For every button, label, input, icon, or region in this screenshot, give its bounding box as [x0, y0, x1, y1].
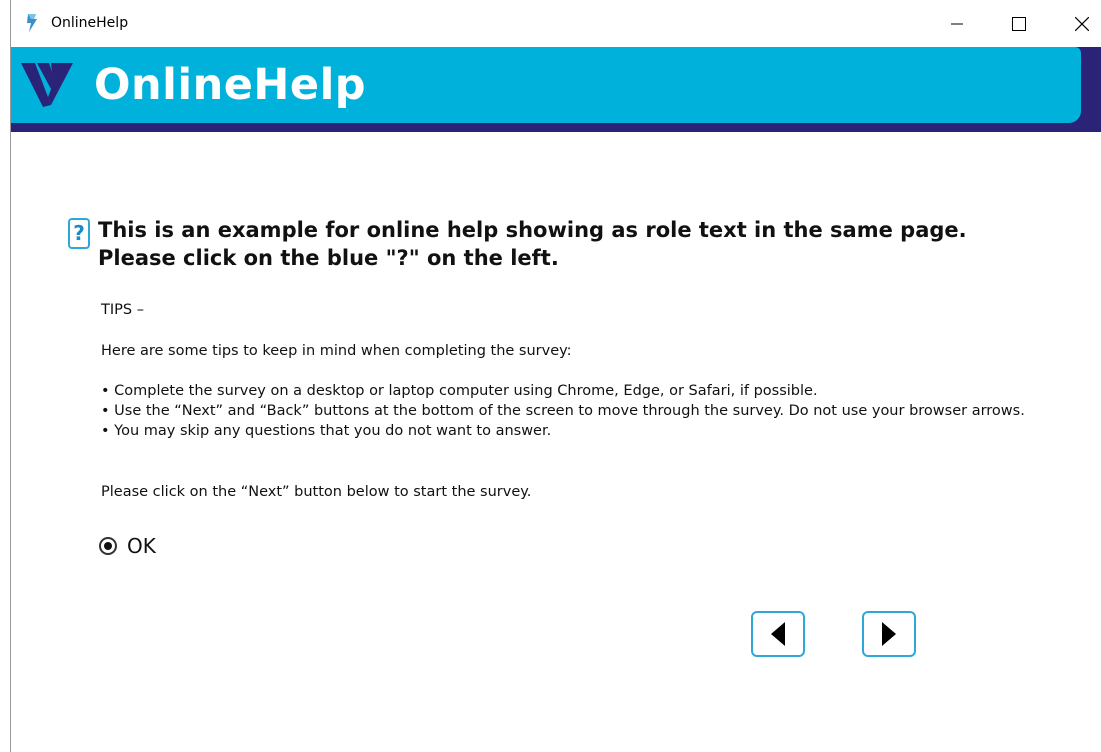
tip-item: • Use the “Next” and “Back” buttons at t… — [101, 403, 1025, 419]
tips-list: • Complete the survey on a desktop or la… — [101, 381, 1061, 441]
close-button[interactable] — [1059, 6, 1101, 42]
radio-selected-dot — [104, 542, 112, 550]
app-icon — [25, 13, 39, 33]
closing-instruction: Please click on the “Next” button below … — [101, 484, 532, 500]
minimize-icon — [951, 23, 963, 25]
back-button[interactable] — [751, 611, 805, 657]
minimize-button[interactable] — [934, 6, 980, 42]
v-logo — [21, 59, 79, 111]
close-icon — [1075, 17, 1089, 31]
question-line-1: This is an example for online help showi… — [98, 218, 967, 242]
tips-intro: Here are some tips to keep in mind when … — [101, 343, 572, 359]
radio-button[interactable] — [99, 537, 117, 555]
question-text: This is an example for online help showi… — [98, 216, 1078, 272]
tips-label: TIPS – — [101, 302, 144, 318]
tip-item: • You may skip any questions that you do… — [101, 423, 552, 439]
help-question-icon[interactable]: ? — [68, 218, 90, 249]
tip-item: • Complete the survey on a desktop or la… — [101, 383, 818, 399]
option-label: OK — [127, 534, 156, 558]
answer-option-ok[interactable]: OK — [99, 533, 156, 559]
window-title: OnlineHelp — [51, 15, 129, 31]
triangle-right-icon — [882, 622, 896, 646]
maximize-button[interactable] — [996, 6, 1042, 42]
title-bar: OnlineHelp — [11, 0, 1101, 47]
application-window: OnlineHelp OnlineHelp ? This is an examp… — [10, 0, 1101, 752]
banner-panel: OnlineHelp — [11, 47, 1081, 123]
banner-title: OnlineHelp — [94, 60, 367, 110]
next-button[interactable] — [862, 611, 916, 657]
triangle-left-icon — [771, 622, 785, 646]
question-line-2: Please click on the blue "?" on the left… — [98, 246, 559, 270]
maximize-icon — [1012, 17, 1026, 31]
header-banner: OnlineHelp — [11, 47, 1101, 132]
